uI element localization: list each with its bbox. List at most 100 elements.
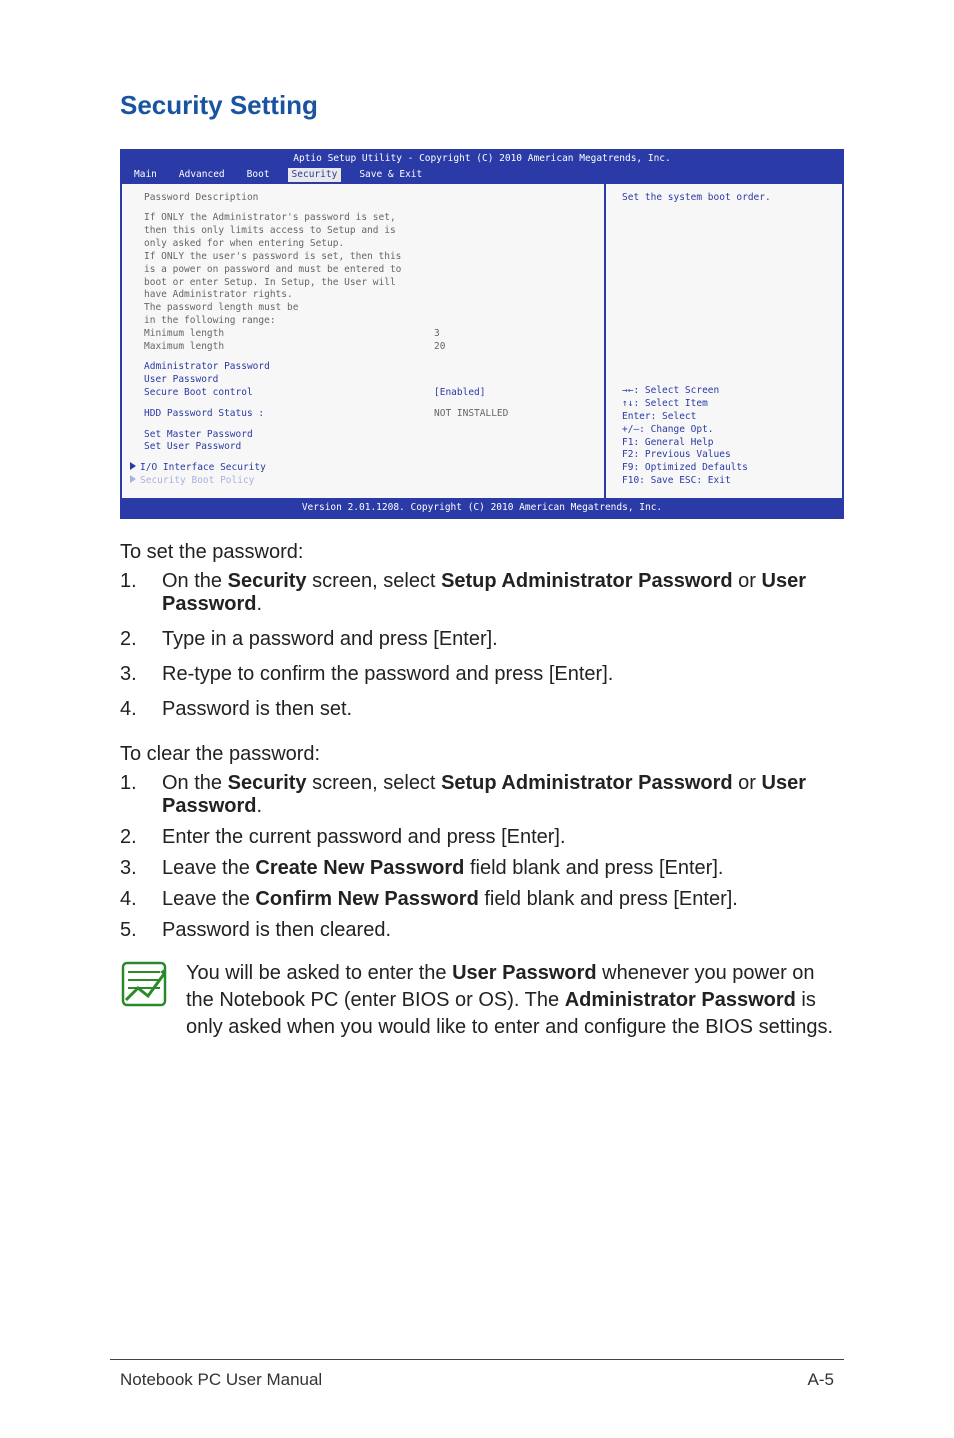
step-number: 1. — [120, 570, 162, 616]
bios-key-help: →←: Select Screen ↑↓: Select Item Enter:… — [622, 385, 832, 488]
bios-tab-main: Main — [130, 168, 161, 182]
bios-key-text: →←: Select Screen — [622, 385, 719, 396]
note-box: You will be asked to enter the User Pass… — [120, 960, 844, 1041]
bios-item-security-boot-policy: Security Boot Policy — [130, 475, 594, 488]
step-number: 4. — [120, 888, 162, 911]
bios-key-line: F9: Optimized Defaults — [622, 462, 832, 475]
bios-desc-line: is a power on password and must be enter… — [144, 264, 594, 277]
set-password-steps: 1. On the Security screen, select Setup … — [120, 570, 844, 721]
bios-tab-security: Security — [288, 168, 342, 182]
t: screen, select — [307, 570, 442, 592]
bios-min-length-label: Minimum length — [144, 328, 434, 341]
bios-key-line: +/—: Change Opt. — [622, 424, 832, 437]
bios-secure-boot-value: [Enabled] — [434, 387, 485, 400]
t: On the — [162, 570, 228, 592]
t: Leave the — [162, 857, 255, 879]
bios-item-hdd-status: HDD Password Status : NOT INSTALLED — [144, 408, 594, 421]
bios-help-text: Set the system boot order. — [622, 192, 832, 205]
bios-item-set-user: Set User Password — [144, 441, 594, 454]
t: Leave the — [162, 888, 255, 910]
t: . — [256, 593, 262, 615]
step-number: 1. — [120, 772, 162, 818]
bios-item-secure-boot: Secure Boot control [Enabled] — [144, 387, 594, 400]
triangle-icon — [130, 462, 136, 470]
t: screen, select — [307, 772, 442, 794]
bios-key-line: Enter: Select — [622, 411, 832, 424]
bios-tab-save-exit: Save & Exit — [355, 168, 426, 182]
t: User Password — [452, 962, 597, 984]
footer-left: Notebook PC User Manual — [120, 1370, 322, 1390]
t: Security — [228, 772, 307, 794]
bios-right-panel: Set the system boot order. →←: Select Sc… — [606, 182, 842, 498]
bios-hdd-label: HDD Password Status : — [144, 408, 434, 421]
bios-desc-line: have Administrator rights. — [144, 289, 594, 302]
bios-desc-line: If ONLY the user's password is set, then… — [144, 251, 594, 264]
bios-tab-boot: Boot — [243, 168, 274, 182]
bios-key-line: F2: Previous Values — [622, 449, 832, 462]
t: or — [733, 772, 762, 794]
t: . — [256, 795, 262, 817]
bios-password-desc-heading: Password Description — [144, 192, 594, 205]
step-text: Leave the Confirm New Password field bla… — [162, 888, 844, 911]
step-number: 2. — [120, 628, 162, 651]
set-password-lead: To set the password: — [120, 541, 844, 564]
step-number: 4. — [120, 698, 162, 721]
bios-footer: Version 2.01.1208. Copyright (C) 2010 Am… — [122, 498, 842, 517]
bios-desc-line: then this only limits access to Setup an… — [144, 225, 594, 238]
bios-desc-line: If ONLY the Administrator's password is … — [144, 212, 594, 225]
bios-min-length-value: 3 — [434, 328, 440, 341]
bios-key-line: ↑↓: Select Item — [622, 398, 832, 411]
clear-password-steps: 1. On the Security screen, select Setup … — [120, 772, 844, 942]
footer-right: A-5 — [808, 1370, 834, 1390]
page-footer: Notebook PC User Manual A-5 — [120, 1370, 834, 1390]
step-number: 2. — [120, 826, 162, 849]
step-number: 3. — [120, 663, 162, 686]
step-text: Leave the Create New Password field blan… — [162, 857, 844, 880]
bios-secure-boot-label: Secure Boot control — [144, 387, 434, 400]
bios-item-user-password: User Password — [144, 374, 594, 387]
bios-item-io-interface: I/O Interface Security — [130, 462, 594, 475]
bios-key-line: F10: Save ESC: Exit — [622, 475, 832, 488]
footer-rule — [110, 1359, 844, 1360]
note-text: You will be asked to enter the User Pass… — [186, 960, 844, 1041]
bios-max-length: Maximum length 20 — [144, 341, 594, 354]
step-number: 5. — [120, 919, 162, 942]
t: Confirm New Password — [255, 888, 478, 910]
bios-key-line: F1: General Help — [622, 437, 832, 450]
bios-screenshot: Aptio Setup Utility - Copyright (C) 2010… — [120, 149, 844, 519]
t: Setup Administrator Password — [441, 570, 733, 592]
bios-io-interface-label: I/O Interface Security — [140, 462, 266, 473]
triangle-icon — [130, 475, 136, 483]
step-text: Type in a password and press [Enter]. — [162, 628, 844, 651]
bios-left-panel: Password Description If ONLY the Adminis… — [122, 182, 606, 498]
t: On the — [162, 772, 228, 794]
step-text: Password is then set. — [162, 698, 844, 721]
step-number: 3. — [120, 857, 162, 880]
t: Security — [228, 570, 307, 592]
bios-header: Aptio Setup Utility - Copyright (C) 2010… — [122, 151, 842, 182]
section-title: Security Setting — [120, 90, 844, 121]
bios-item-set-master: Set Master Password — [144, 429, 594, 442]
clear-password-lead: To clear the password: — [120, 743, 844, 766]
bios-boot-policy-label: Security Boot Policy — [140, 475, 254, 486]
bios-desc-line: The password length must be — [144, 302, 594, 315]
bios-item-admin-password: Administrator Password — [144, 361, 594, 374]
bios-max-length-label: Maximum length — [144, 341, 434, 354]
bios-min-length: Minimum length 3 — [144, 328, 594, 341]
t: field blank and press [Enter]. — [464, 857, 723, 879]
bios-desc-line: only asked for when entering Setup. — [144, 238, 594, 251]
step-text: Re-type to confirm the password and pres… — [162, 663, 844, 686]
t: field blank and press [Enter]. — [479, 888, 738, 910]
step-text: On the Security screen, select Setup Adm… — [162, 570, 844, 616]
bios-max-length-value: 20 — [434, 341, 445, 354]
t: or — [733, 570, 762, 592]
bios-menu: Main Advanced Boot Security Save & Exit — [130, 168, 834, 182]
t: Administrator Password — [565, 989, 796, 1011]
bios-desc-line: boot or enter Setup. In Setup, the User … — [144, 277, 594, 290]
step-text: Enter the current password and press [En… — [162, 826, 844, 849]
bios-hdd-value: NOT INSTALLED — [434, 408, 508, 421]
bios-desc-line: in the following range: — [144, 315, 594, 328]
t: You will be asked to enter the — [186, 962, 452, 984]
bios-key-line: →←: Select Screen — [622, 385, 832, 398]
t: Create New Password — [255, 857, 464, 879]
